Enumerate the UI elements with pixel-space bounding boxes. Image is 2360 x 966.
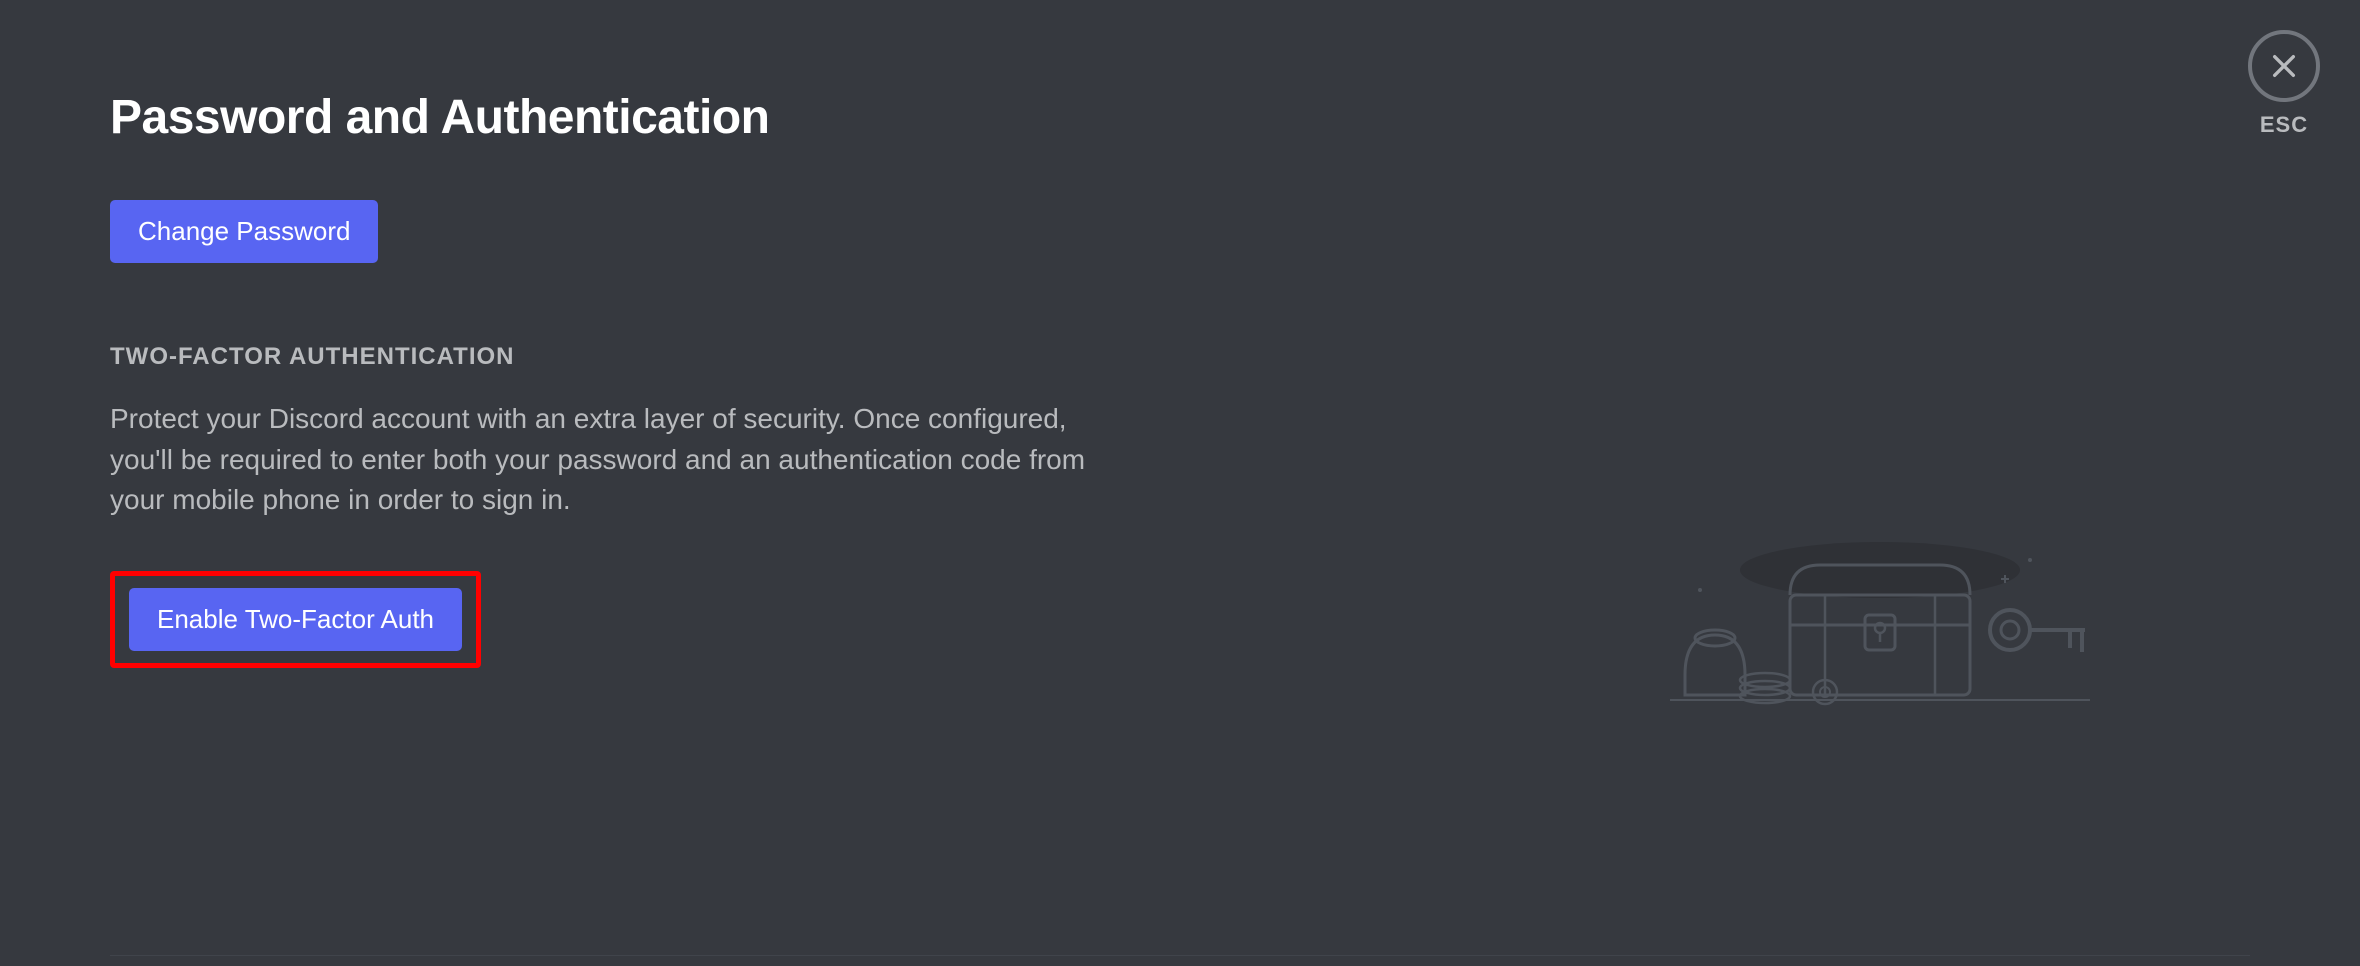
section-divider [110,955,2250,956]
treasure-chest-illustration [1670,540,2090,715]
two-factor-description: Protect your Discord account with an ext… [110,399,1110,521]
close-label: ESC [2260,112,2308,138]
settings-content: Password and Authentication Change Passw… [0,0,1500,668]
page-title: Password and Authentication [110,90,1390,145]
enable-two-factor-button[interactable]: Enable Two-Factor Auth [129,588,462,651]
two-factor-section-header: TWO-FACTOR AUTHENTICATION [110,343,1390,371]
change-password-button[interactable]: Change Password [110,200,378,263]
close-icon [2248,30,2320,102]
highlight-annotation: Enable Two-Factor Auth [110,571,481,668]
close-button[interactable]: ESC [2248,30,2320,138]
